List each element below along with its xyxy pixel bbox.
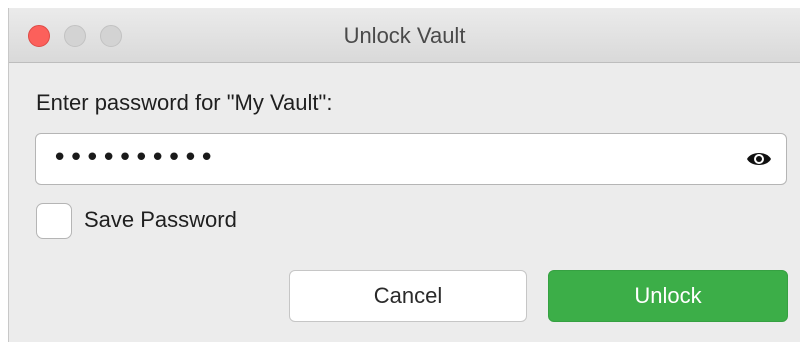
title-bar: Unlock Vault [9,8,800,63]
eye-icon[interactable] [746,148,772,170]
cancel-button[interactable]: Cancel [289,270,527,322]
unlock-vault-dialog: Unlock Vault Enter password for "My Vaul… [8,8,800,342]
unlock-button[interactable]: Unlock [548,270,788,322]
save-password-checkbox[interactable] [36,203,72,239]
password-field[interactable]: •••••••••• [35,133,787,185]
eye-icon-graphic [747,153,771,165]
password-masked-value: •••••••••• [52,143,216,173]
save-password-label[interactable]: Save Password [84,207,237,233]
window-title: Unlock Vault [343,23,466,48]
password-prompt-label: Enter password for "My Vault": [36,90,333,115]
